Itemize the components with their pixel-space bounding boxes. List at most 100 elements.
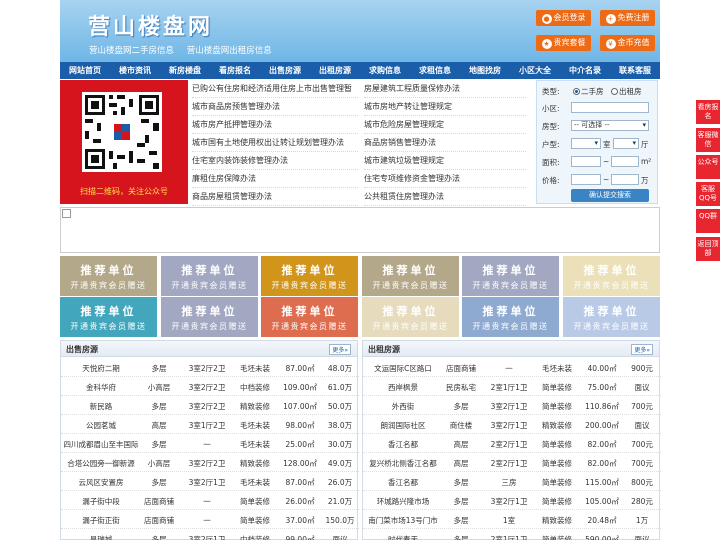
nav-want-buy[interactable]: 求购信息 [360,62,410,79]
type-radio-sale[interactable]: 二手房 [573,86,604,97]
nav-map-search[interactable]: 地图找房 [460,62,510,79]
site-logo[interactable]: 营山楼盘网 [88,9,213,41]
table-row[interactable]: 新民路 多层 3室2厅2卫 精致装修 107.00㎡ 50.0万 [61,396,359,415]
slogan-sale[interactable]: 营山楼盘网二手房信息 [89,46,174,56]
news-item[interactable]: 城市建筑垃圾管理规定 [364,152,526,170]
listing-name[interactable]: 复兴桥北侧香江名都 [365,458,441,469]
table-row[interactable]: 天悦府二期 多层 3室2厅2卫 毛坯未装 87.00㎡ 48.0万 [61,358,359,377]
nav-home[interactable]: 网站首页 [60,62,110,79]
ad-tile[interactable]: 推荐单位 开通贵宾会员赠送 [362,256,459,296]
listing-name[interactable]: 香江名都 [365,439,441,450]
listing-name[interactable]: 四川成都眉山至丰国际 [63,439,139,450]
listing-name[interactable]: 天悦府二期 [63,363,139,374]
area-min-input[interactable] [571,156,601,167]
layout-hall-select[interactable]: ▾ [613,138,639,149]
ad-tile[interactable]: 推荐单位 开通贵宾会员赠送 [60,256,157,296]
ad-tile[interactable]: 推荐单位 开通贵宾会员赠送 [60,297,157,337]
ad-tile[interactable]: 推荐单位 开通贵宾会员赠送 [161,297,258,337]
nav-for-sale[interactable]: 出售房源 [260,62,310,79]
side-back-to-top[interactable]: 返回顶部 [696,237,720,261]
search-submit-button[interactable]: 确认提交搜索 [571,189,649,202]
listing-name[interactable]: 文运国际C区路口 [365,363,441,374]
listing-name[interactable]: 公园茗城 [63,420,139,431]
login-button[interactable]: ● 会员登录 [536,10,591,26]
side-viewing-signup[interactable]: 看房报名 [696,100,720,124]
slogan-rent[interactable]: 营山楼盘网出租房信息 [187,46,272,56]
type-radio-rent[interactable]: 出租房 [611,86,642,97]
news-item[interactable]: 房屋建筑工程质量保修办法 [364,80,526,98]
table-row[interactable]: 合塔公园旁一御新源 小高层 3室2厅2卫 精致装修 128.00㎡ 49.0万 [61,453,359,472]
coin-recharge-button[interactable]: ¥ 金币充值 [600,35,655,51]
news-item[interactable]: 公共租赁住房管理办法 [364,188,526,206]
side-wechat-service[interactable]: 客服微信 [696,128,720,152]
listing-name[interactable]: 漏子街中段 [63,496,139,507]
side-qq-group[interactable]: QQ群 [696,209,720,233]
ad-tile[interactable]: 推荐单位 开通贵宾会员赠送 [462,256,559,296]
table-row[interactable]: 漏子街中段 店面商铺 一 简单装修 26.00㎡ 21.0万 [61,491,359,510]
area-max-input[interactable] [611,156,639,167]
nav-want-rent[interactable]: 求租信息 [410,62,460,79]
ad-tile[interactable]: 推荐单位 开通贵宾会员赠送 [261,256,358,296]
table-row[interactable]: 昌瑞城 多层 3室2厅1卫 中档装修 99.00㎡ 面议 [61,529,359,540]
news-item[interactable]: 城市房产抵押管理办法 [192,116,358,134]
news-item[interactable]: 住宅专项维修资金管理办法 [364,170,526,188]
listing-name[interactable]: 外西街 [365,401,441,412]
listing-name[interactable]: 环城路兴隆市场 [365,496,441,507]
ad-tile[interactable]: 推荐单位 开通贵宾会员赠送 [563,297,660,337]
listing-name[interactable]: 朗润国际社区 [365,420,441,431]
table-row[interactable]: 南门菜市场13号门市 多层 1室 精致装修 20.48㎡ 1万 [363,510,661,529]
table-row[interactable]: 金科华府 小高层 3室2厅2卫 中档装修 109.00㎡ 61.0万 [61,377,359,396]
nav-communities[interactable]: 小区大全 [510,62,560,79]
nav-contact[interactable]: 联系客服 [610,62,660,79]
table-row[interactable]: 时代春天 多层 2室1厅1卫 简单装修 590.00㎡ 面议 [363,529,661,540]
more-link[interactable]: 更多» [329,344,351,355]
vip-package-button[interactable]: ★ 贵宾套餐 [536,35,591,51]
listing-name[interactable]: 新民路 [63,401,139,412]
table-row[interactable]: 西岸枫景 民房私宅 2室1厅1卫 简单装修 75.00㎡ 面议 [363,377,661,396]
news-item[interactable]: 住宅室内装饰装修管理办法 [192,152,358,170]
listing-name[interactable]: 金科华府 [63,382,139,393]
nav-for-rent[interactable]: 出租房源 [310,62,360,79]
news-item[interactable]: 廉租住房保障办法 [192,170,358,188]
listing-name[interactable]: 合塔公园旁一御新源 [63,458,139,469]
table-row[interactable]: 外西街 多层 3室2厅1卫 简单装修 110.86㎡ 700元 [363,396,661,415]
nav-news[interactable]: 楼市资讯 [110,62,160,79]
table-row[interactable]: 香江名都 高层 2室2厅1卫 简单装修 82.00㎡ 700元 [363,434,661,453]
listing-name[interactable]: 昌瑞城 [63,534,139,540]
nav-new-homes[interactable]: 新房楼盘 [160,62,210,79]
table-row[interactable]: 朗润国际社区 商住楼 3室2厅1卫 精致装修 200.00㎡ 面议 [363,415,661,434]
ad-tile[interactable]: 推荐单位 开通贵宾会员赠送 [563,256,660,296]
table-row[interactable]: 香江名都 多层 三房 简单装修 115.00㎡ 800元 [363,472,661,491]
ad-tile[interactable]: 推荐单位 开通贵宾会员赠送 [462,297,559,337]
news-item[interactable]: 商品房屋租赁管理办法 [192,188,358,206]
news-item[interactable]: 城市危险房屋管理规定 [364,116,526,134]
table-row[interactable]: 复兴桥北侧香江名都 高层 2室2厅1卫 简单装修 82.00㎡ 700元 [363,453,661,472]
news-item[interactable]: 城市商品房预售管理办法 [192,98,358,116]
layout-room-select[interactable]: ▾ [571,138,601,149]
table-row[interactable]: 云风区安置房 多层 3室2厅1卫 毛坯未装 87.00㎡ 26.0万 [61,472,359,491]
price-max-input[interactable] [611,174,639,185]
side-service-qq[interactable]: 客服QQ号 [696,182,720,206]
nav-viewing-signup[interactable]: 看房报名 [210,62,260,79]
news-item[interactable]: 商品房销售管理办法 [364,134,526,152]
listing-name[interactable]: 西岸枫景 [365,382,441,393]
ad-tile[interactable]: 推荐单位 开通贵宾会员赠送 [362,297,459,337]
ad-tile[interactable]: 推荐单位 开通贵宾会员赠送 [261,297,358,337]
nav-agencies[interactable]: 中介名录 [560,62,610,79]
register-button[interactable]: + 免费注册 [600,10,655,26]
more-link[interactable]: 更多» [631,344,653,355]
community-input[interactable] [571,102,649,113]
table-row[interactable]: 公园茗城 高层 3室1厅2卫 毛坯未装 98.00㎡ 38.0万 [61,415,359,434]
news-item[interactable]: 城市房地产转让管理规定 [364,98,526,116]
news-item[interactable]: 城市国有土地使用权出让转让规划管理办法 [192,134,358,152]
rooms-select[interactable]: -- 可选择 -- ▾ [571,120,649,131]
banner-ad[interactable] [60,207,660,253]
listing-name[interactable]: 南门菜市场13号门市 [365,515,441,526]
table-row[interactable]: 环城路兴隆市场 多层 3室2厅1卫 简单装修 105.00㎡ 280元 [363,491,661,510]
table-row[interactable]: 四川成都眉山至丰国际 多层 一 毛坯未装 25.00㎡ 30.0万 [61,434,359,453]
news-item[interactable]: 已购公有住房和经济适用住房上市出售管理暂 [192,80,358,98]
table-row[interactable]: 文运国际C区路口 店面商铺 一 毛坯未装 40.00㎡ 900元 [363,358,661,377]
table-row[interactable]: 漏子街正街 店面商铺 一 简单装修 37.00㎡ 150.0万 [61,510,359,529]
price-min-input[interactable] [571,174,601,185]
listing-name[interactable]: 漏子街正街 [63,515,139,526]
